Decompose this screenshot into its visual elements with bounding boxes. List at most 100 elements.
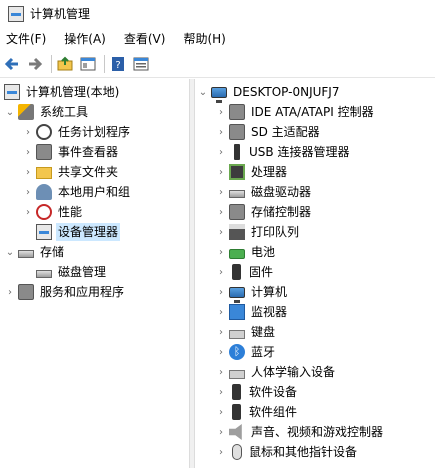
chevron-right-icon[interactable]: › [215, 242, 227, 262]
device-root[interactable]: ⌄ DESKTOP-0NJUFJ7 [197, 82, 341, 103]
device-category-label: USB 连接器管理器 [249, 145, 350, 159]
chevron-right-icon[interactable]: › [215, 342, 227, 362]
device-tree: ⌄ DESKTOP-0NJUFJ7 › IDE ATA/ATAPI 控制器 › … [195, 79, 435, 468]
properties-button[interactable] [131, 54, 151, 74]
device-category[interactable]: › 电池 [215, 242, 277, 262]
chevron-right-icon[interactable]: › [22, 142, 34, 162]
show-hide-tree-icon [80, 57, 96, 71]
tree-item-label: 系统工具 [40, 105, 89, 119]
tree-item-task-scheduler[interactable]: › 任务计划程序 [22, 122, 132, 142]
tree-item-root[interactable]: 计算机管理(本地) [2, 82, 121, 102]
device-category-label: IDE ATA/ATAPI 控制器 [251, 105, 374, 119]
device-category[interactable]: › 鼠标和其他指针设备 [215, 442, 359, 462]
chevron-right-icon[interactable]: › [215, 182, 227, 202]
forward-button[interactable] [25, 54, 45, 74]
battery-icon [229, 248, 245, 259]
device-category[interactable]: › 键盘 [215, 322, 277, 342]
device-category[interactable]: › 打印队列 [215, 222, 301, 242]
device-category-label: 蓝牙 [251, 345, 276, 359]
menu-view[interactable]: 查看(V) [118, 29, 172, 49]
menu-file[interactable]: 文件(F) [0, 29, 52, 49]
back-button[interactable] [2, 54, 22, 74]
tree-item-label: 设备管理器 [56, 223, 121, 241]
printer-icon [229, 224, 245, 240]
device-category-label: 打印队列 [251, 225, 300, 239]
device-category[interactable]: › 软件设备 [215, 382, 299, 402]
chevron-right-icon[interactable]: › [22, 182, 34, 202]
device-category[interactable]: › ᛒ 蓝牙 [215, 342, 277, 362]
chevron-right-icon[interactable]: › [215, 422, 227, 442]
device-category[interactable]: › IDE ATA/ATAPI 控制器 [215, 102, 376, 122]
chevron-right-icon[interactable]: › [215, 302, 227, 322]
chevron-right-icon[interactable]: › [215, 142, 227, 162]
tree-item-label: 存储 [40, 245, 65, 259]
device-category-label: 计算机 [251, 285, 288, 299]
shared-folder-icon [36, 167, 52, 179]
device-category[interactable]: › 磁盘驱动器 [215, 182, 313, 202]
chevron-right-icon[interactable]: › [215, 162, 227, 182]
computer-name: DESKTOP-0NJUFJ7 [233, 85, 340, 99]
chevron-down-icon[interactable]: ⌄ [4, 102, 16, 122]
chevron-down-icon[interactable]: ⌄ [4, 242, 16, 262]
up-folder-button[interactable] [55, 54, 75, 74]
chevron-right-icon[interactable]: › [4, 282, 16, 302]
chevron-right-icon[interactable]: › [22, 202, 34, 222]
tree-item-local-users[interactable]: › 本地用户和组 [22, 182, 132, 202]
device-category[interactable]: › USB 连接器管理器 [215, 142, 351, 162]
device-category[interactable]: › 固件 [215, 262, 275, 282]
properties-icon [133, 57, 149, 71]
device-category-label: 处理器 [251, 165, 288, 179]
help-button[interactable]: ? [108, 54, 128, 74]
tree-item-performance[interactable]: › 性能 [22, 202, 84, 222]
device-category[interactable]: › 存储控制器 [215, 202, 313, 222]
device-category[interactable]: › 计算机 [215, 282, 289, 303]
toolbar-separator [51, 55, 52, 73]
chevron-right-icon[interactable]: › [22, 122, 34, 142]
device-category-label: SD 主适配器 [251, 125, 320, 139]
chevron-down-icon[interactable]: ⌄ [197, 82, 209, 102]
ide-controller-icon [229, 104, 245, 120]
tree-item-event-viewer[interactable]: › 事件查看器 [22, 142, 120, 162]
chevron-right-icon[interactable]: › [215, 262, 227, 282]
chevron-right-icon[interactable]: › [22, 162, 34, 182]
device-category-label: 监视器 [251, 305, 288, 319]
device-category-label: 人体学输入设备 [251, 365, 336, 379]
menu-action[interactable]: 操作(A) [58, 29, 112, 49]
device-category[interactable]: › 处理器 [215, 162, 289, 182]
chevron-right-icon[interactable]: › [215, 362, 227, 382]
chevron-right-icon[interactable]: › [215, 102, 227, 122]
device-category[interactable]: › 软件组件 [215, 402, 299, 422]
tree-item-label: 性能 [58, 205, 83, 219]
tree-item-system-tools[interactable]: ⌄ 系统工具 [4, 102, 90, 122]
tree-item-label: 计算机管理(本地) [26, 85, 120, 99]
chevron-right-icon[interactable]: › [215, 222, 227, 242]
sd-adapter-icon [229, 124, 245, 140]
device-category[interactable]: › 人体学输入设备 [215, 362, 337, 382]
chevron-right-icon[interactable]: › [215, 382, 227, 402]
chevron-right-icon[interactable]: › [215, 402, 227, 422]
device-category-label: 键盘 [251, 325, 276, 339]
tree-item-disk-management[interactable]: 磁盘管理 [22, 262, 108, 282]
device-category[interactable]: › 监视器 [215, 302, 289, 322]
device-category[interactable]: › 声音、视频和游戏控制器 [215, 422, 385, 442]
chevron-right-icon[interactable]: › [215, 322, 227, 342]
svg-text:?: ? [115, 60, 120, 71]
performance-icon [36, 204, 52, 220]
chevron-right-icon[interactable]: › [215, 122, 227, 142]
tree-item-storage[interactable]: ⌄ 存储 [4, 242, 66, 262]
chevron-right-icon[interactable]: › [215, 282, 227, 302]
computer-management-icon [8, 5, 24, 22]
chevron-right-icon[interactable]: › [215, 442, 227, 462]
menu-help[interactable]: 帮助(H) [177, 29, 231, 49]
tree-item-services[interactable]: › 服务和应用程序 [4, 282, 126, 302]
tree-item-device-manager[interactable]: 设备管理器 [22, 222, 121, 242]
tree-item-label: 事件查看器 [58, 145, 119, 159]
computer-icon [211, 86, 227, 103]
device-category[interactable]: › SD 主适配器 [215, 122, 322, 142]
toolbar: ? [0, 51, 435, 78]
tree-item-shared-folders[interactable]: › 共享文件夹 [22, 162, 120, 182]
show-hide-tree-button[interactable] [78, 54, 98, 74]
chevron-right-icon[interactable]: › [215, 202, 227, 222]
